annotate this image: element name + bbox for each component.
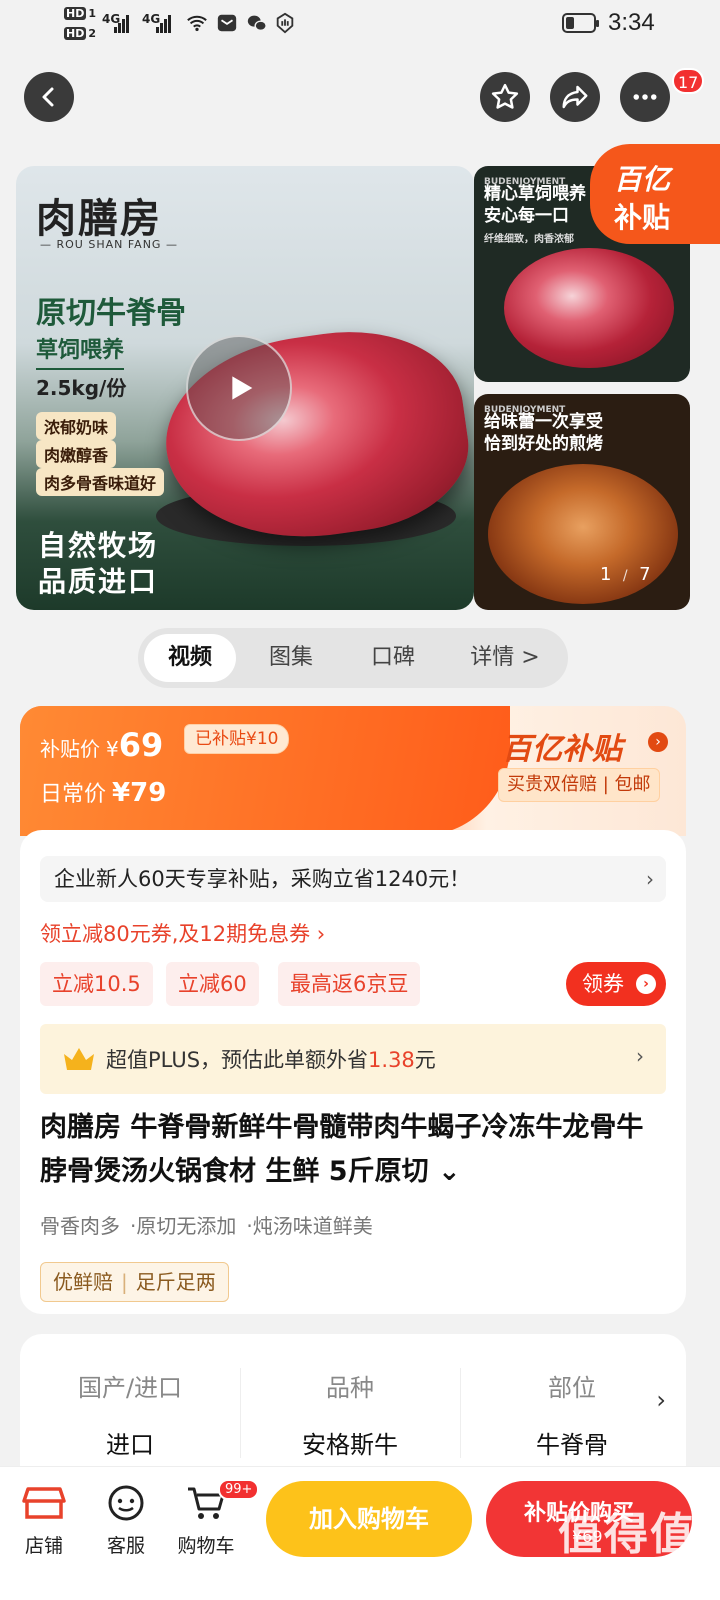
image-tag: 肉嫩醇香 xyxy=(36,440,117,468)
image-tag: 浓郁奶味 xyxy=(36,412,117,440)
hd-indicator-2: HD 2 xyxy=(64,27,96,40)
side-image-line2: 安心每一口 xyxy=(484,206,569,226)
image-counter: 1 / 7 xyxy=(600,564,651,585)
more-badge: 17 xyxy=(672,68,705,94)
claim-coupon-button[interactable]: 领券 › xyxy=(566,962,666,1006)
more-button[interactable] xyxy=(620,72,670,122)
spec-card[interactable]: 国产/进口 进口 品种 安格斯牛 部位 牛脊骨 › xyxy=(20,1334,686,1474)
chevron-right-icon: › xyxy=(656,1386,666,1414)
app-shield-icon xyxy=(276,12,294,34)
more-icon xyxy=(633,94,657,100)
discount-chip[interactable]: 立减10.5 xyxy=(40,962,153,1006)
message-app-icon xyxy=(217,14,237,32)
side-image-small: 纤维细致，肉香浓郁 xyxy=(484,234,574,245)
add-to-cart-button[interactable]: 加入购物车 xyxy=(266,1481,472,1557)
chevron-left-icon xyxy=(42,87,54,107)
chevron-right-icon: › xyxy=(648,732,668,752)
daily-price: 日常价 ¥79 xyxy=(40,778,167,808)
side-image-bottom[interactable]: BUDENJOYMENT 给味蕾一次享受 恰到好处的煎烤 xyxy=(474,394,690,610)
watermark-url: zhizhizhi.com xyxy=(566,1572,654,1587)
subsidy-brand-link[interactable]: 百亿补贴 xyxy=(502,724,622,768)
enterprise-subsidy-banner[interactable]: 企业新人60天专享补贴，采购立省1240元！ › xyxy=(40,856,666,902)
back-button[interactable] xyxy=(24,72,74,122)
spec-cut: 部位 牛脊骨 xyxy=(536,1374,608,1459)
product-info-card: 企业新人60天专享补贴，采购立省1240元！ › 领立减80元券,及12期免息券… xyxy=(20,830,686,1314)
spec-origin: 国产/进口 进口 xyxy=(77,1374,183,1459)
image-slogan-1: 自然牧场 xyxy=(38,529,159,562)
signal-icon xyxy=(156,14,172,34)
subsidy-price: 补贴价 ¥69 xyxy=(40,726,164,764)
share-button[interactable] xyxy=(550,72,600,122)
wechat-icon xyxy=(247,15,267,32)
tab-video[interactable]: 视频 xyxy=(144,634,236,682)
star-icon xyxy=(491,83,519,109)
product-title[interactable]: 肉膳房 牛脊骨新鲜牛骨髓带肉牛蝎子冷冻牛龙骨牛脖骨煲汤火锅食材 生鲜 5斤原切 … xyxy=(40,1106,666,1194)
side-image-line1: 给味蕾一次享受 xyxy=(484,412,603,432)
price-banner: 补贴价 ¥69 已补贴¥10 日常价 ¥79 百亿补贴 › 买贵双倍赔 | 包邮 xyxy=(20,706,686,836)
share-icon xyxy=(562,85,588,109)
side-image-line2: 恰到好处的煎烤 xyxy=(484,434,603,454)
tab-gallery[interactable]: 图集 xyxy=(246,634,336,682)
chat-icon xyxy=(108,1485,144,1521)
spec-breed: 品种 安格斯牛 xyxy=(302,1374,398,1459)
clock: 3:34 xyxy=(608,9,655,36)
chevron-right-icon: › xyxy=(636,974,656,994)
tab-details[interactable]: 详情 > xyxy=(450,634,560,682)
store-button[interactable]: 店铺 xyxy=(4,1483,84,1558)
favorite-button[interactable] xyxy=(480,72,530,122)
image-slogan-2: 品质进口 xyxy=(38,565,159,598)
image-feed-label: 草饲喂养 xyxy=(36,332,125,370)
side-image-line1: 精心草饲喂养 xyxy=(484,184,586,204)
chevron-right-icon: › xyxy=(646,867,654,891)
play-icon xyxy=(232,376,253,400)
signal-icon xyxy=(114,14,130,34)
guarantee-badge: 买贵双倍赔 | 包邮 xyxy=(498,768,660,802)
cart-count-badge: 99+ xyxy=(218,1479,260,1500)
discount-chip[interactable]: 立减60 xyxy=(166,962,259,1006)
chevron-right-icon: › xyxy=(636,1044,644,1068)
crown-icon xyxy=(64,1048,94,1070)
image-brand: 肉膳房 xyxy=(36,196,162,242)
hd-indicator-1: HD 1 xyxy=(64,7,96,20)
status-bar: HD 1 HD 2 4G 4G 3:34 xyxy=(0,0,720,50)
beef-slice-illustration xyxy=(504,248,674,368)
watermark-logo: 值得值 xyxy=(558,1509,696,1560)
image-tag: 肉多骨香味道好 xyxy=(36,468,165,496)
customer-service-button[interactable]: 客服 xyxy=(86,1483,166,1558)
subsidy-corner-badge: 百亿 补贴 xyxy=(590,144,720,244)
image-weight: 2.5kg/份 xyxy=(36,376,127,400)
store-icon xyxy=(22,1487,66,1519)
image-product-name: 原切牛脊骨 xyxy=(36,296,186,331)
battery-icon xyxy=(562,13,599,33)
plus-membership-banner[interactable]: 超值PLUS，预估此单额外省1.38元 › xyxy=(40,1024,666,1094)
product-page: HD 1 HD 2 4G 4G 3:34 17 肉膳房 — ROU SHAN FAN… xyxy=(0,0,720,1600)
media-tabs: 视频 图集 口碑 详情 > xyxy=(138,628,568,688)
image-brand-en: — ROU SHAN FANG — xyxy=(40,238,178,251)
cart-button[interactable]: 99+ 购物车 xyxy=(166,1479,260,1558)
tab-reviews[interactable]: 口碑 xyxy=(348,634,438,682)
play-video-button[interactable] xyxy=(186,335,292,441)
product-features: 骨香肉多 ·原切无添加 ·炖汤味道鲜美 xyxy=(40,1214,373,1238)
subsidy-amount-chip: 已补贴¥10 xyxy=(184,724,290,754)
coupon-link[interactable]: 领立减80元券,及12期免息券 › xyxy=(40,918,325,948)
beans-chip[interactable]: 最高返6京豆 xyxy=(278,962,421,1006)
service-guarantee-tag[interactable]: 优鲜赔 | 足斤足两 xyxy=(40,1262,229,1302)
wifi-icon xyxy=(187,15,207,32)
